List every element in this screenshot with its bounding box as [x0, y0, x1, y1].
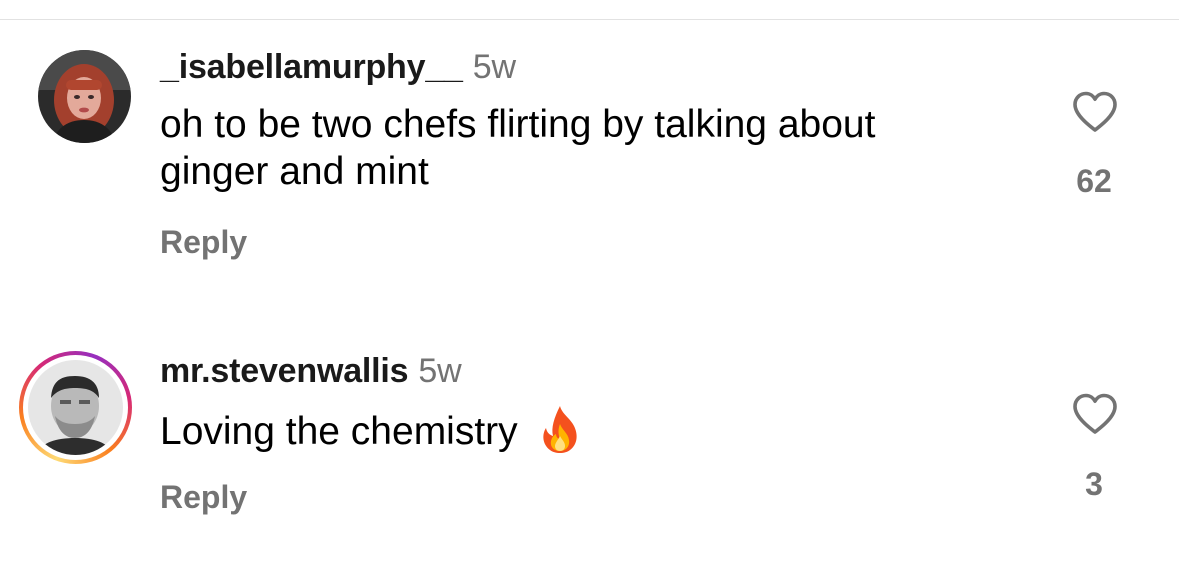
comment-item: mr.stevenwallis 5w Loving the chemistry R… — [0, 0, 1179, 515]
fire-icon — [543, 406, 577, 453]
comment-text-line: Loving the chemistry — [160, 410, 518, 453]
heart-icon[interactable] — [1071, 392, 1119, 436]
like-count: 3 — [1085, 466, 1103, 502]
comment-text: Loving the chemistry — [160, 404, 582, 455]
avatar-photo — [28, 360, 123, 455]
comment-username[interactable]: mr.stevenwallis 5w — [160, 352, 462, 391]
avatar[interactable] — [28, 360, 123, 455]
username-text[interactable]: mr.stevenwallis — [160, 352, 409, 390]
reply-button[interactable]: Reply — [160, 479, 247, 516]
comment-time: 5w — [418, 352, 462, 390]
